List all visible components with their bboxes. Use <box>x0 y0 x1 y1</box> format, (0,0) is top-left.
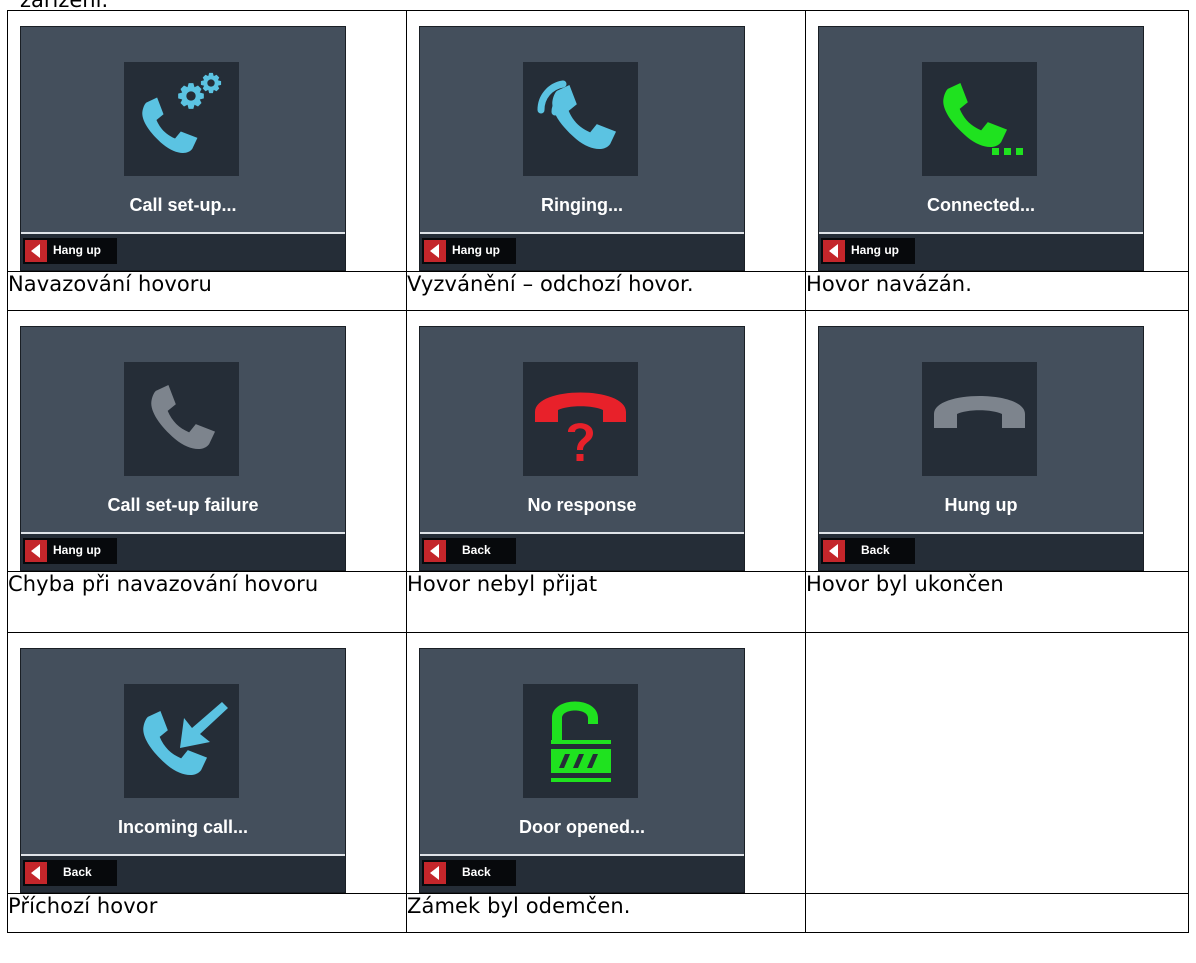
icon-panel <box>523 684 638 798</box>
phone-gear-icon <box>142 72 222 153</box>
icon-panel <box>124 684 239 798</box>
bottom-bar: Back <box>21 856 345 892</box>
phone-incoming-icon <box>143 702 228 776</box>
device-screen: Ringing... Hang up <box>419 26 745 271</box>
bottom-bar: Back <box>819 534 1143 570</box>
icon-panel <box>124 62 239 176</box>
arrow-left-icon <box>424 540 446 562</box>
state-caption: Zámek byl odemčen. <box>406 893 806 933</box>
button-label: Back <box>462 865 491 879</box>
screen-status-label: No response <box>527 495 637 515</box>
device-screen: Incoming call... Back <box>20 648 346 893</box>
back-button[interactable]: Back <box>23 860 117 886</box>
arrow-left-icon <box>424 862 446 884</box>
button-label: Back <box>462 543 491 557</box>
arrow-left-icon <box>25 540 47 562</box>
state-cell: Connected... Hang up <box>805 10 1189 272</box>
state-cell: Ringing... Hang up <box>406 10 806 272</box>
arrow-left-icon <box>823 540 845 562</box>
arrow-left-icon <box>25 862 47 884</box>
phone-connected-icon <box>943 82 1023 155</box>
arrow-left-icon <box>25 240 47 262</box>
state-caption: Chyba při navazování hovoru <box>7 571 407 633</box>
hang-up-button[interactable]: Hang up <box>23 538 117 564</box>
button-label: Back <box>63 865 92 879</box>
icon-panel <box>922 62 1037 176</box>
icon-panel <box>523 362 638 476</box>
screen-status-label: Ringing... <box>541 195 623 215</box>
state-cell: Call set-up... Hang up <box>7 10 407 272</box>
screen-status-label: Call set-up... <box>129 195 237 215</box>
screen-status-label: Connected... <box>926 195 1035 215</box>
device-screen: Call set-up failure Hang up <box>20 326 346 571</box>
bottom-bar: Hang up <box>21 234 345 270</box>
state-cell: Incoming call... Back <box>7 632 407 894</box>
device-screen: No response Back <box>419 326 745 571</box>
state-caption: Navazování hovoru <box>7 271 407 311</box>
state-cell: No response Back <box>406 310 806 572</box>
bottom-bar: Hang up <box>21 534 345 570</box>
arrow-left-icon <box>424 240 446 262</box>
state-caption: Příchozí hovor <box>7 893 407 933</box>
state-cell: Call set-up failure Hang up <box>7 310 407 572</box>
back-button[interactable]: Back <box>821 538 915 564</box>
state-caption: Hovor byl ukončen <box>805 571 1189 633</box>
state-cell: Hung up Back <box>805 310 1189 572</box>
state-caption: Hovor nebyl přijat <box>406 571 806 633</box>
empty-cell <box>805 632 1189 894</box>
device-screen: Door opened... Back <box>419 648 745 893</box>
icon-panel <box>922 362 1037 476</box>
arrow-left-icon <box>823 240 845 262</box>
phone-hung-up-icon <box>934 396 1025 428</box>
device-screen: Hung up Back <box>818 326 1144 571</box>
device-screen: Call set-up... Hang up <box>20 26 346 271</box>
phone-ringing-icon <box>537 80 617 150</box>
button-label: Hang up <box>53 543 101 557</box>
state-cell: Door opened... Back <box>406 632 806 894</box>
state-caption: Vyzvánění – odchozí hovor. <box>406 271 806 311</box>
button-label: Back <box>861 543 890 557</box>
button-label: Hang up <box>53 243 101 257</box>
screen-status-label: Call set-up failure <box>107 495 259 515</box>
back-button[interactable]: Back <box>422 860 516 886</box>
empty-caption <box>805 893 1189 933</box>
unlocked-padlock-icon <box>551 701 611 782</box>
state-caption: Hovor navázán. <box>805 271 1189 311</box>
hang-up-button[interactable]: Hang up <box>821 238 915 264</box>
button-label: Hang up <box>851 243 899 257</box>
phone-no-response-icon <box>535 392 626 461</box>
icon-panel <box>523 62 638 176</box>
back-button[interactable]: Back <box>422 538 516 564</box>
phone-failure-icon <box>151 384 216 450</box>
states-table: Call set-up... Hang up Ringing... Hang u… <box>7 10 1189 933</box>
screen-status-label: Door opened... <box>519 817 645 837</box>
icon-panel <box>124 362 239 476</box>
screen-status-label: Hung up <box>944 495 1018 515</box>
bottom-bar: Back <box>420 856 744 892</box>
hang-up-button[interactable]: Hang up <box>23 238 117 264</box>
bottom-bar: Back <box>420 534 744 570</box>
button-label: Hang up <box>452 243 500 257</box>
hang-up-button[interactable]: Hang up <box>422 238 516 264</box>
screen-status-label: Incoming call... <box>117 817 249 837</box>
device-screen: Connected... Hang up <box>818 26 1144 271</box>
bottom-bar: Hang up <box>819 234 1143 270</box>
bottom-bar: Hang up <box>420 234 744 270</box>
